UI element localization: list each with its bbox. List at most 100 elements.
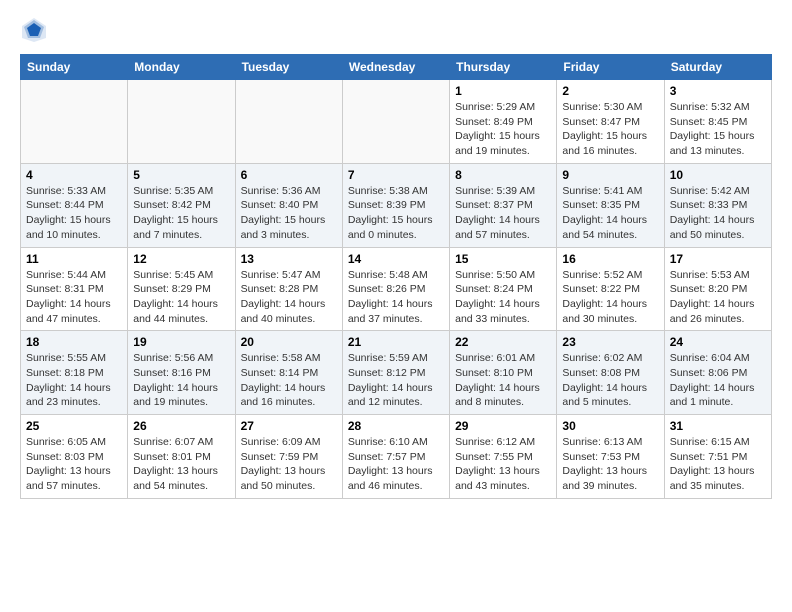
day-info: Sunrise: 5:36 AM Sunset: 8:40 PM Dayligh… (241, 184, 337, 243)
day-info: Sunrise: 5:47 AM Sunset: 8:28 PM Dayligh… (241, 268, 337, 327)
calendar-cell: 21Sunrise: 5:59 AM Sunset: 8:12 PM Dayli… (342, 331, 449, 415)
calendar-cell: 12 Sunrise: 5:45 AM Sunset: 8:29 PM Dayli… (128, 247, 235, 331)
day-number: 13 (241, 252, 337, 266)
week-row-1: 1 Sunrise: 5:29 AM Sunset: 8:49 PM Daylig… (21, 80, 772, 164)
day-info: Sunrise: 6:01 AM Sunset: 8:10 PM Dayligh… (455, 351, 551, 410)
day-info: Sunrise: 5:50 AM Sunset: 8:24 PM Dayligh… (455, 268, 551, 327)
day-info: Sunrise: 6:05 AM Sunset: 8:03 PM Dayligh… (26, 435, 122, 494)
weekday-header-monday: Monday (128, 55, 235, 80)
day-info: Sunrise: 6:13 AM Sunset: 7:53 PM Dayligh… (562, 435, 658, 494)
weekday-header-tuesday: Tuesday (235, 55, 342, 80)
day-number: 12 (133, 252, 229, 266)
day-info: Sunrise: 5:41 AM Sunset: 8:35 PM Dayligh… (562, 184, 658, 243)
calendar-cell: 27 Sunrise: 6:09 AM Sunset: 7:59 PM Dayli… (235, 415, 342, 499)
calendar-cell: 28 Sunrise: 6:10 AM Sunset: 7:57 PM Dayli… (342, 415, 449, 499)
day-number: 15 (455, 252, 551, 266)
day-number: 9 (562, 168, 658, 182)
day-info: Sunrise: 5:58 AM Sunset: 8:14 PM Dayligh… (241, 351, 337, 410)
day-info: Sunrise: 5:55 AM Sunset: 8:18 PM Dayligh… (26, 351, 122, 410)
day-number: 7 (348, 168, 444, 182)
calendar-cell: 6 Sunrise: 5:36 AM Sunset: 8:40 PM Daylig… (235, 163, 342, 247)
day-info: Sunrise: 5:45 AM Sunset: 8:29 PM Dayligh… (133, 268, 229, 327)
day-info: Sunrise: 5:38 AM Sunset: 8:39 PM Dayligh… (348, 184, 444, 243)
day-number: 1 (455, 84, 551, 98)
day-number: 27 (241, 419, 337, 433)
weekday-header-wednesday: Wednesday (342, 55, 449, 80)
day-info: Sunrise: 6:04 AM Sunset: 8:06 PM Dayligh… (670, 351, 766, 410)
day-number: 10 (670, 168, 766, 182)
day-info: Sunrise: 5:32 AM Sunset: 8:45 PM Dayligh… (670, 100, 766, 159)
calendar-cell: 10 Sunrise: 5:42 AM Sunset: 8:33 PM Dayli… (664, 163, 771, 247)
calendar-cell: 1 Sunrise: 5:29 AM Sunset: 8:49 PM Daylig… (450, 80, 557, 164)
calendar-cell: 11 Sunrise: 5:44 AM Sunset: 8:31 PM Dayli… (21, 247, 128, 331)
day-number: 3 (670, 84, 766, 98)
week-row-3: 11 Sunrise: 5:44 AM Sunset: 8:31 PM Dayli… (21, 247, 772, 331)
calendar-cell: 26 Sunrise: 6:07 AM Sunset: 8:01 PM Dayli… (128, 415, 235, 499)
calendar-cell: 19 Sunrise: 5:56 AM Sunset: 8:16 PM Dayli… (128, 331, 235, 415)
day-info: Sunrise: 5:59 AM Sunset: 8:12 PM Dayligh… (348, 351, 444, 410)
weekday-header-sunday: Sunday (21, 55, 128, 80)
day-info: Sunrise: 6:15 AM Sunset: 7:51 PM Dayligh… (670, 435, 766, 494)
day-info: Sunrise: 6:02 AM Sunset: 8:08 PM Dayligh… (562, 351, 658, 410)
calendar-cell: 23 Sunrise: 6:02 AM Sunset: 8:08 PM Dayli… (557, 331, 664, 415)
calendar-cell: 3 Sunrise: 5:32 AM Sunset: 8:45 PM Daylig… (664, 80, 771, 164)
day-info: Sunrise: 5:44 AM Sunset: 8:31 PM Dayligh… (26, 268, 122, 327)
page-header (20, 16, 772, 44)
day-number: 24 (670, 335, 766, 349)
day-number: 4 (26, 168, 122, 182)
day-info: Sunrise: 5:53 AM Sunset: 8:20 PM Dayligh… (670, 268, 766, 327)
day-info: Sunrise: 6:12 AM Sunset: 7:55 PM Dayligh… (455, 435, 551, 494)
day-info: Sunrise: 5:56 AM Sunset: 8:16 PM Dayligh… (133, 351, 229, 410)
calendar-cell: 31 Sunrise: 6:15 AM Sunset: 7:51 PM Dayli… (664, 415, 771, 499)
calendar-cell: 14Sunrise: 5:48 AM Sunset: 8:26 PM Dayli… (342, 247, 449, 331)
day-info: Sunrise: 5:33 AM Sunset: 8:44 PM Dayligh… (26, 184, 122, 243)
calendar-cell: 18Sunrise: 5:55 AM Sunset: 8:18 PM Dayli… (21, 331, 128, 415)
day-number: 25 (26, 419, 122, 433)
day-number: 29 (455, 419, 551, 433)
day-number: 16 (562, 252, 658, 266)
calendar-cell: 5Sunrise: 5:35 AM Sunset: 8:42 PM Daylig… (128, 163, 235, 247)
day-number: 6 (241, 168, 337, 182)
day-number: 19 (133, 335, 229, 349)
day-info: Sunrise: 6:07 AM Sunset: 8:01 PM Dayligh… (133, 435, 229, 494)
week-row-5: 25 Sunrise: 6:05 AM Sunset: 8:03 PM Dayli… (21, 415, 772, 499)
calendar-cell (235, 80, 342, 164)
day-number: 11 (26, 252, 122, 266)
day-number: 5 (133, 168, 229, 182)
calendar-cell: 24 Sunrise: 6:04 AM Sunset: 8:06 PM Dayli… (664, 331, 771, 415)
day-number: 8 (455, 168, 551, 182)
calendar-cell: 16 Sunrise: 5:52 AM Sunset: 8:22 PM Dayli… (557, 247, 664, 331)
calendar-cell: 2 Sunrise: 5:30 AM Sunset: 8:47 PM Daylig… (557, 80, 664, 164)
day-number: 26 (133, 419, 229, 433)
day-number: 31 (670, 419, 766, 433)
calendar-cell: 15 Sunrise: 5:50 AM Sunset: 8:24 PM Dayli… (450, 247, 557, 331)
day-number: 20 (241, 335, 337, 349)
day-info: Sunrise: 5:29 AM Sunset: 8:49 PM Dayligh… (455, 100, 551, 159)
week-row-4: 18Sunrise: 5:55 AM Sunset: 8:18 PM Dayli… (21, 331, 772, 415)
weekday-header-friday: Friday (557, 55, 664, 80)
calendar-cell: 4 Sunrise: 5:33 AM Sunset: 8:44 PM Daylig… (21, 163, 128, 247)
day-number: 2 (562, 84, 658, 98)
day-number: 30 (562, 419, 658, 433)
calendar-cell: 9 Sunrise: 5:41 AM Sunset: 8:35 PM Daylig… (557, 163, 664, 247)
calendar-cell (21, 80, 128, 164)
calendar-cell: 30 Sunrise: 6:13 AM Sunset: 7:53 PM Dayli… (557, 415, 664, 499)
calendar-table: SundayMondayTuesdayWednesdayThursdayFrid… (20, 54, 772, 499)
calendar-cell (342, 80, 449, 164)
day-info: Sunrise: 6:10 AM Sunset: 7:57 PM Dayligh… (348, 435, 444, 494)
calendar-cell: 8 Sunrise: 5:39 AM Sunset: 8:37 PM Daylig… (450, 163, 557, 247)
calendar-cell: 25 Sunrise: 6:05 AM Sunset: 8:03 PM Dayli… (21, 415, 128, 499)
day-info: Sunrise: 5:42 AM Sunset: 8:33 PM Dayligh… (670, 184, 766, 243)
day-info: Sunrise: 5:39 AM Sunset: 8:37 PM Dayligh… (455, 184, 551, 243)
day-number: 28 (348, 419, 444, 433)
day-info: Sunrise: 5:52 AM Sunset: 8:22 PM Dayligh… (562, 268, 658, 327)
weekday-header-thursday: Thursday (450, 55, 557, 80)
day-number: 23 (562, 335, 658, 349)
logo (20, 16, 52, 44)
day-info: Sunrise: 6:09 AM Sunset: 7:59 PM Dayligh… (241, 435, 337, 494)
calendar-cell: 29 Sunrise: 6:12 AM Sunset: 7:55 PM Dayli… (450, 415, 557, 499)
day-info: Sunrise: 5:48 AM Sunset: 8:26 PM Dayligh… (348, 268, 444, 327)
day-info: Sunrise: 5:30 AM Sunset: 8:47 PM Dayligh… (562, 100, 658, 159)
calendar-cell: 7 Sunrise: 5:38 AM Sunset: 8:39 PM Daylig… (342, 163, 449, 247)
calendar-cell: 20 Sunrise: 5:58 AM Sunset: 8:14 PM Dayli… (235, 331, 342, 415)
